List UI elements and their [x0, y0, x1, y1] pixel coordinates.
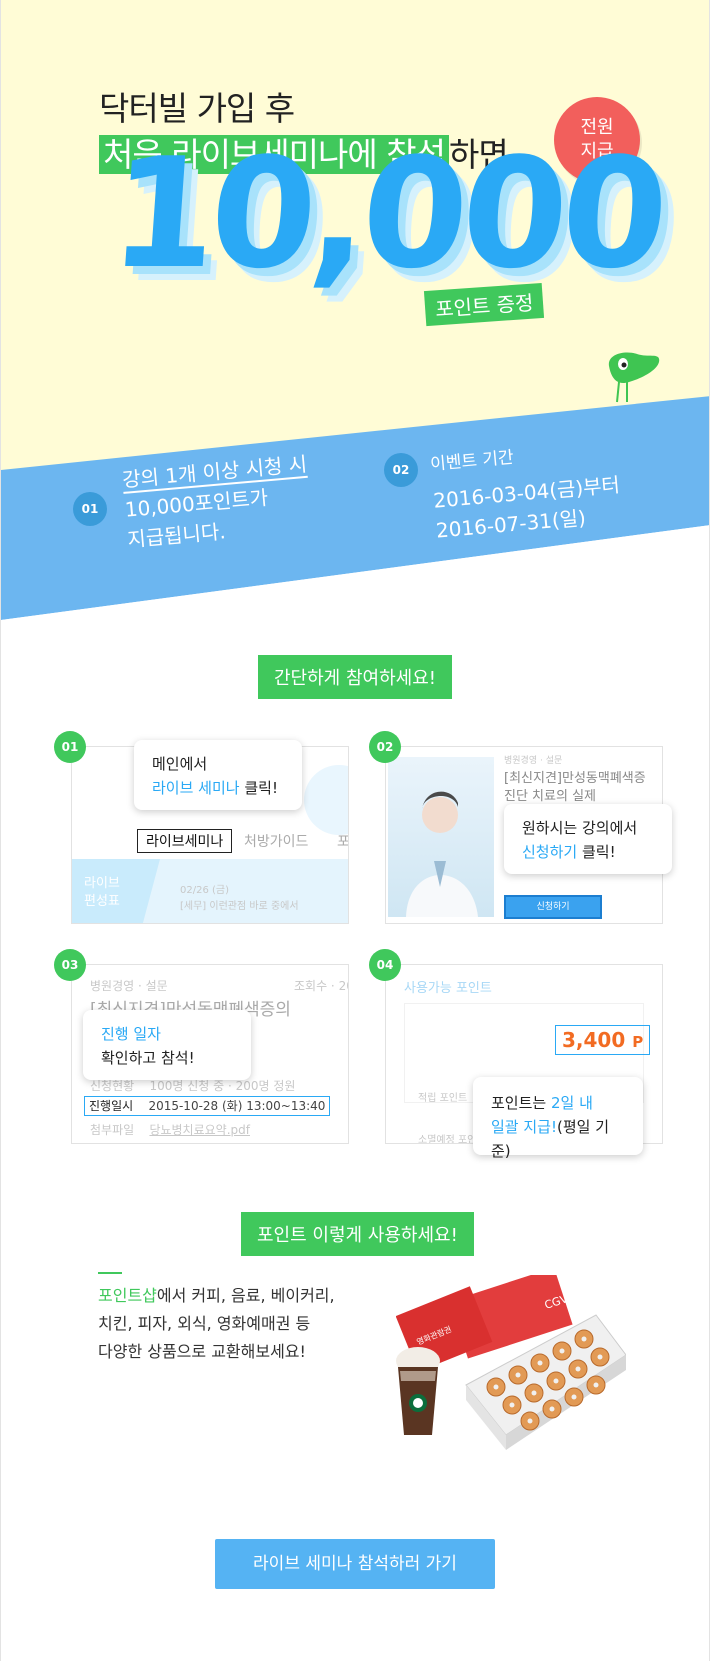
event-info: 01 강의 1개 이상 시청 시 10,000포인트가 지급됩니다. 02 이벤… [1, 0, 709, 700]
info-condition: 강의 1개 이상 시청 시 10,000포인트가 지급됩니다. [121, 449, 313, 555]
step3-tooltip-highlight: 진행 일자 [101, 1025, 161, 1043]
step3-views: 조회수 · 20 [294, 979, 349, 993]
step4-tooltip-days: 2일 내 [550, 1094, 593, 1112]
use-section-title: 포인트 이렇게 사용하세요! [241, 1212, 474, 1256]
use-line-2: 치킨, 피자, 외식, 영화예매권 등 [98, 1314, 311, 1333]
use-line-3: 다양한 상품으로 교환해보세요! [98, 1342, 306, 1361]
step2-tooltip: 원하시는 강의에서 신청하기 클릭! [504, 804, 672, 874]
schedule-label-1: 라이브 [84, 876, 120, 891]
row3-value: 당뇨병치료요약.pdf [149, 1123, 250, 1137]
step2-tooltip-line1: 원하시는 강의에서 [522, 819, 638, 837]
step2-title-2: 진단 치료의 실제 [504, 789, 596, 804]
points-header: 사용가능 포인트 [404, 981, 492, 996]
use-line-1: 포인트샵에서 커피, 음료, 베이커리, [98, 1282, 335, 1310]
step2-breadcrumb: 병원경영 · 설문 [504, 756, 563, 766]
step4-tooltip-line1: 포인트는 2일 내 [491, 1091, 625, 1115]
join-live-seminar-button[interactable]: 라이브 세미나 참석하러 가기 [215, 1539, 495, 1589]
step-number-4: 04 [369, 949, 401, 981]
apply-button-preview: 신청하기 [504, 895, 602, 919]
schedule-label: 라이브 편성표 [84, 875, 120, 911]
point-shop-label: 포인트샵 [98, 1286, 157, 1305]
coffee-cup-icon [396, 1347, 440, 1435]
step2-title-1: [최신지견]만성동맥폐색증 [504, 771, 646, 786]
points-row-1: 적립 포인트 [418, 1093, 468, 1104]
step-number-1: 01 [54, 731, 86, 763]
schedule-item: [세무] 이런관점 바로 중에서 [180, 901, 299, 912]
step4-tooltip-highlight: 일괄 지급! [491, 1118, 557, 1136]
tab-live-seminar: 라이브세미나 [137, 829, 233, 853]
logo-decoration [304, 765, 348, 835]
step3-row-3: 첨부파일 당뇨병치료요약.pdf [90, 1121, 250, 1138]
points-unit: P [632, 1033, 644, 1051]
tab-prescription-guide: 처방가이드 [244, 834, 309, 850]
step1-tooltip-highlight: 라이브 세미나 [152, 779, 240, 797]
step3-date-row: 진행일시 2015-10-28 (화) 13:00~13:40 [84, 1096, 330, 1116]
steps-section-title: 간단하게 참여하세요! [258, 655, 452, 699]
rewards-illustration: CGV 영화관람권 [396, 1275, 626, 1450]
schedule-date: 02/26 (금) [180, 885, 229, 896]
row1-value: 100명 신청 중 · 200명 정원 [149, 1079, 296, 1093]
step3-breadcrumb: 병원경영 · 설문 [90, 979, 168, 993]
use-description: 포인트샵에서 커피, 음료, 베이커리, 치킨, 피자, 외식, 영화예매권 등… [98, 1282, 335, 1366]
schedule-label-2: 편성표 [84, 894, 120, 909]
step-number-2: 02 [369, 731, 401, 763]
info-number-1: 01 [73, 492, 107, 526]
points-value: 3,400 P [555, 1025, 651, 1055]
step1-tooltip: 메인에서 라이브 세미나 클릭! [134, 740, 302, 810]
event-page: 닥터빌 가입 후 처음 라이브세미나에 참석 하면 전원 지급 10,000 포인… [0, 0, 710, 1661]
info-period: 이벤트 기간 2016-03-04(금)부터 2016-07-31(일) [429, 434, 624, 546]
info-number-2: 02 [384, 453, 418, 487]
step-number-3: 03 [54, 949, 86, 981]
step3-tooltip: 진행 일자 확인하고 참석! [83, 1010, 251, 1080]
step4-tooltip-pre: 포인트는 [491, 1094, 551, 1112]
step2-tooltip-rest: 클릭! [577, 843, 616, 861]
use-line-1-rest: 에서 커피, 음료, 베이커리, [156, 1286, 335, 1305]
points-number: 3,400 [562, 1028, 626, 1052]
step1-tooltip-line2: 라이브 세미나 클릭! [152, 776, 284, 800]
row2-value: 2015-10-28 (화) 13:00~13:40 [148, 1099, 326, 1113]
step2-tooltip-highlight: 신청하기 [522, 843, 578, 861]
use-accent-line [98, 1272, 122, 1274]
doctor-icon [406, 791, 478, 917]
step1-tooltip-line1: 메인에서 [152, 755, 208, 773]
row3-label: 첨부파일 [90, 1123, 135, 1137]
row1-label: 신청현황 [90, 1079, 135, 1093]
step2-tooltip-line2: 신청하기 클릭! [522, 840, 654, 864]
step4-tooltip-line2: 일괄 지급!(평일 기준) [491, 1115, 625, 1163]
doctor-photo [388, 757, 494, 917]
row2-label: 진행일시 [89, 1099, 134, 1113]
tab-next: 포 [337, 834, 349, 850]
step1-tooltip-rest: 클릭! [239, 779, 278, 797]
step4-tooltip: 포인트는 2일 내 일괄 지급!(평일 기준) [473, 1077, 643, 1160]
step3-tooltip-line2: 확인하고 참석! [101, 1049, 195, 1067]
